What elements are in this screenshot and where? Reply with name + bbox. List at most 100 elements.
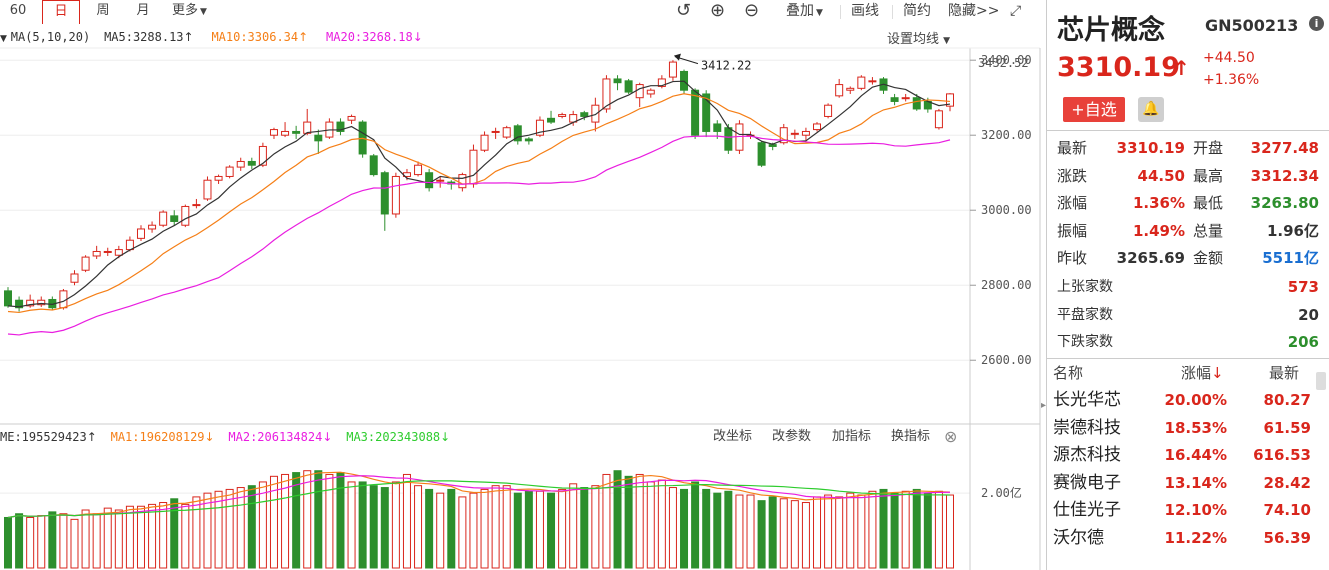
volume-ma1: MA1:196208129 [110, 430, 205, 444]
volume-bar [192, 496, 201, 569]
candle-body [646, 89, 655, 95]
volume-bar [735, 494, 744, 569]
volume-bar [292, 472, 301, 569]
volume-bar [314, 470, 323, 569]
volume-value: ME:195529423 [0, 430, 87, 444]
max-annotation-label: 3412.22 [701, 59, 752, 73]
volume-bar [502, 485, 511, 569]
list-header-pct-label: 涨幅 [1181, 364, 1212, 382]
volume-bar [524, 490, 533, 569]
candle-body [136, 228, 145, 239]
volume-bar [691, 481, 700, 569]
volume-bar [114, 509, 123, 569]
ma5-line [7, 80, 951, 308]
volume-bar [768, 496, 777, 569]
quote-value: 3263.80 [1250, 194, 1319, 212]
quote-label: 最高 [1193, 166, 1224, 185]
volume-bar [247, 485, 256, 569]
list-item[interactable]: 赛微电子 13.14% 28.42 [1047, 471, 1313, 497]
candle-body [380, 172, 389, 215]
candle-body [236, 160, 245, 168]
volume-bar [136, 505, 145, 569]
volume-bars-layer [4, 470, 954, 569]
list-item[interactable]: 崇德科技 18.53% 61.59 [1047, 416, 1313, 442]
candle-body [691, 89, 700, 136]
quote-label: 最新 [1057, 139, 1088, 157]
price-up-arrow-icon: ↑ [1173, 56, 1190, 80]
volume-bar [668, 487, 677, 569]
candle-body [901, 97, 910, 100]
change-axis-button[interactable]: 改坐标 [713, 426, 752, 448]
count-label: 下跌家数 [1057, 334, 1113, 350]
panel-divider [1047, 130, 1329, 131]
volume-bar [790, 500, 799, 569]
panel-divider [1047, 358, 1329, 359]
candle-body [624, 80, 633, 93]
volume-bar [303, 470, 312, 569]
price-tick-label: 3000.00 [981, 203, 1032, 217]
alert-bell-icon[interactable]: 🔔 [1138, 97, 1164, 122]
quote-value: 3277.48 [1250, 139, 1319, 157]
volume-bar [724, 490, 733, 569]
candle-body [114, 249, 123, 256]
kline-chart[interactable]: 3412.22 3400.003200.003000.002800.002600… [0, 0, 1046, 570]
info-icon[interactable]: i [1309, 16, 1324, 31]
list-item[interactable]: 源杰科技 16.44% 616.53 [1047, 443, 1313, 469]
list-header-name[interactable]: 名称 [1053, 361, 1083, 385]
stock-pct: 12.10% [1164, 501, 1227, 519]
volume-bar [148, 503, 157, 569]
quote-label: 最低 [1193, 194, 1224, 212]
volume-bar [846, 492, 855, 569]
change-params-button[interactable]: 改参数 [772, 426, 811, 448]
list-item[interactable]: 沃尔德 11.22% 56.39 [1047, 526, 1313, 552]
candle-body [813, 123, 822, 131]
down-arrow-icon: ↓ [440, 430, 451, 444]
candle-body [580, 112, 589, 117]
quote-label: 涨幅 [1057, 194, 1088, 212]
list-scrollbar[interactable] [1316, 372, 1326, 390]
volume-bar [369, 485, 378, 569]
candle-body [247, 160, 256, 166]
volume-bar [646, 481, 655, 569]
candle-body [524, 138, 533, 142]
add-watchlist-button[interactable]: +自选 [1063, 97, 1125, 122]
stock-name: 长光华芯 [1053, 390, 1121, 410]
candle-body [436, 179, 445, 182]
candle-body [92, 250, 101, 257]
volume-tick-label: 2.00亿 [981, 485, 1022, 500]
volume-bar [912, 488, 921, 569]
stock-pct: 16.44% [1164, 446, 1227, 464]
candle-body [724, 127, 733, 151]
quote-label: 昨收 [1057, 249, 1088, 267]
candle-body [70, 273, 79, 283]
list-item[interactable]: 仕佳光子 12.10% 74.10 [1047, 498, 1313, 524]
stock-last: 80.27 [1263, 391, 1311, 409]
volume-bar [391, 481, 400, 569]
candle-body [613, 78, 622, 84]
stock-pct: 13.14% [1164, 473, 1227, 492]
volume-bar [757, 500, 766, 569]
volume-bar [535, 490, 544, 569]
volume-bar [923, 492, 932, 569]
candle-body [292, 130, 301, 134]
candle-body [790, 132, 799, 135]
quote-value: 1.49% [1132, 221, 1185, 240]
volume-bar [480, 488, 489, 569]
list-header-last[interactable]: 最新 [1269, 361, 1299, 385]
volume-bar [4, 516, 12, 569]
count-label: 上张家数 [1057, 279, 1113, 295]
switch-indicator-button[interactable]: 换指标 [891, 426, 930, 448]
add-indicator-button[interactable]: 加指标 [832, 426, 871, 448]
volume-bar [258, 481, 267, 569]
candle-body [890, 97, 899, 102]
volume-bar [547, 492, 556, 569]
list-item[interactable]: 长光华芯 20.00% 80.27 [1047, 388, 1313, 414]
list-header-pct[interactable]: 涨幅↓ [1181, 361, 1224, 385]
volume-bar [868, 490, 877, 569]
close-icon[interactable]: ⊗ [944, 426, 957, 448]
price-tick-label: 2800.00 [981, 278, 1032, 292]
candle-body [868, 80, 877, 83]
volume-bar [680, 488, 689, 569]
stock-last: 616.53 [1253, 446, 1311, 464]
volume-bar [813, 496, 822, 569]
